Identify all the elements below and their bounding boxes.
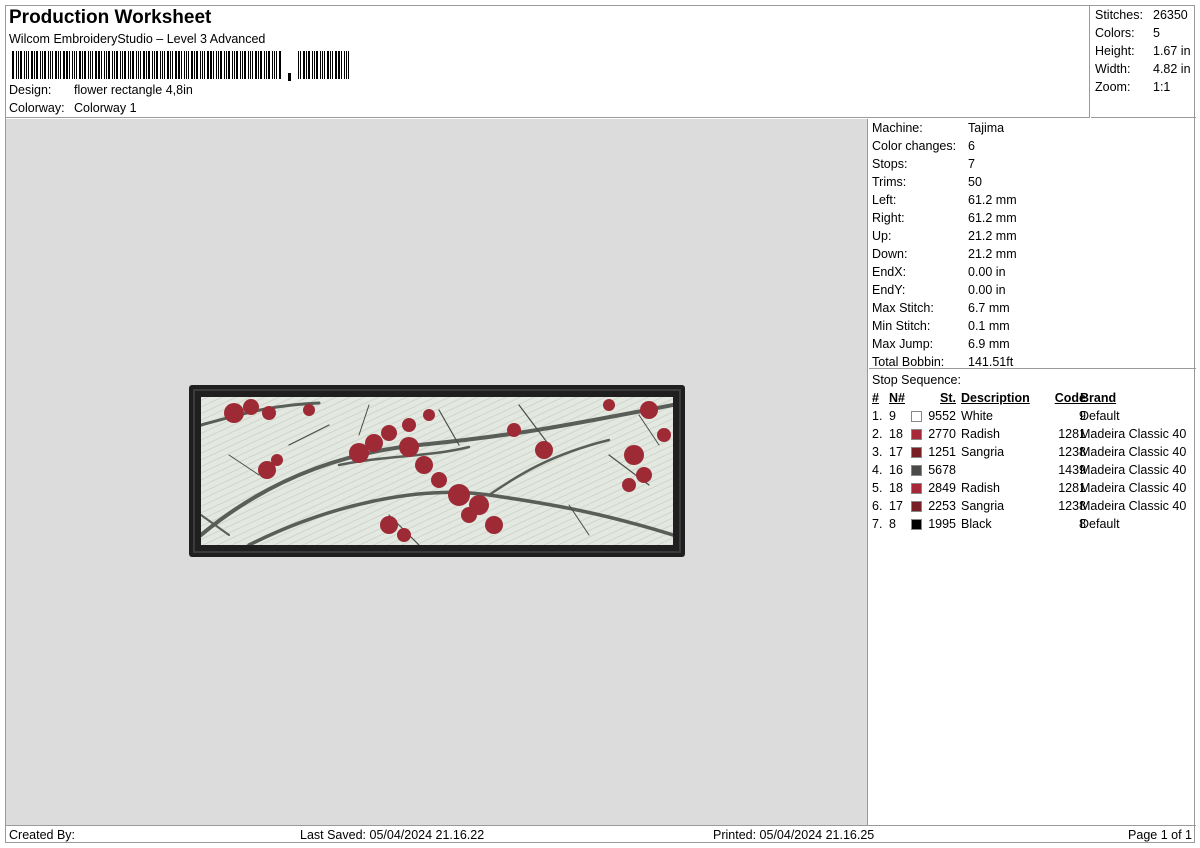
stop-number: 4. xyxy=(872,463,883,477)
embroidery-design-image xyxy=(189,385,685,557)
barcode-image xyxy=(12,51,349,81)
stop-row: 1. 9 9552 White 9 Default xyxy=(869,409,1196,427)
stitch-count: 9552 xyxy=(928,409,956,423)
design-label: Design: xyxy=(9,83,52,97)
stop-number: 2. xyxy=(872,427,883,441)
needle-number: 16 xyxy=(889,463,903,477)
thread-brand: Madeira Classic 40 xyxy=(1080,481,1187,495)
needle-number: 17 xyxy=(889,499,903,513)
color-swatch xyxy=(911,465,922,476)
color-description: Sangria xyxy=(961,445,1005,459)
software-name: Wilcom EmbroideryStudio – Level 3 Advanc… xyxy=(9,32,266,46)
stop-number: 3. xyxy=(872,445,883,459)
design-preview xyxy=(6,119,868,825)
stop-number: 7. xyxy=(872,517,883,531)
color-swatch xyxy=(911,483,922,494)
created-by: Created By: xyxy=(9,828,76,842)
thread-brand: Madeira Classic 40 xyxy=(1080,499,1187,513)
machine-row: EndY: 0.00 in xyxy=(872,283,1006,297)
page-title: Production Worksheet xyxy=(9,7,212,28)
summary-row-height: Height: 1.67 in xyxy=(1095,44,1191,58)
stop-row: 4. 16 5678 1439 Madeira Classic 40 xyxy=(869,463,1196,481)
machine-row: EndX: 0.00 in xyxy=(872,265,1006,279)
col-header-num: # xyxy=(872,391,879,405)
color-swatch xyxy=(911,429,922,440)
machine-row: Color changes: 6 xyxy=(872,139,975,153)
needle-number: 18 xyxy=(889,427,903,441)
stop-sequence-title: Stop Sequence: xyxy=(872,373,961,387)
page-number: Page 1 of 1 xyxy=(1128,828,1192,842)
machine-row: Down: 21.2 mm xyxy=(872,247,1017,261)
stop-row: 3. 17 1251 Sangria 1238 Madeira Classic 40 xyxy=(869,445,1196,463)
color-description: Radish xyxy=(961,427,1000,441)
stop-row: 5. 18 2849 Radish 1281 Madeira Classic 40 xyxy=(869,481,1196,499)
summary-row-zoom: Zoom: 1:1 xyxy=(1095,80,1171,94)
machine-info: Machine: Tajima Color changes: 6 Stops: 7 T… xyxy=(869,119,1196,369)
stop-row: 2. 18 2770 Radish 1281 Madeira Classic 40 xyxy=(869,427,1196,445)
production-worksheet: Production Worksheet Wilcom EmbroiderySt… xyxy=(5,5,1196,843)
col-header-stitches: St. xyxy=(940,391,956,405)
stop-sequence: Stop Sequence: # N# St. Description Code… xyxy=(869,370,1196,825)
colorway-label: Colorway: xyxy=(9,101,65,115)
stop-number: 6. xyxy=(872,499,883,513)
worksheet-header: Production Worksheet Wilcom EmbroiderySt… xyxy=(6,6,1090,118)
stop-number: 1. xyxy=(872,409,883,423)
design-value: flower rectangle 4,8in xyxy=(74,83,193,97)
summary-row-stitches: Stitches: 26350 xyxy=(1095,8,1188,22)
machine-row: Left: 61.2 mm xyxy=(872,193,1017,207)
col-header-description: Description xyxy=(961,391,1030,405)
summary-row-colors: Colors: 5 xyxy=(1095,26,1160,40)
col-header-brand: Brand xyxy=(1080,391,1117,405)
last-saved: Last Saved: 05/04/2024 21.16.22 xyxy=(300,828,485,842)
color-description: Sangria xyxy=(961,499,1005,513)
thread-brand: Madeira Classic 40 xyxy=(1080,427,1187,441)
stitch-count: 2770 xyxy=(928,427,956,441)
color-swatch xyxy=(911,411,922,422)
thread-brand: Madeira Classic 40 xyxy=(1080,463,1187,477)
machine-row: Trims: 50 xyxy=(872,175,982,189)
col-header-needle: N# xyxy=(889,391,905,405)
machine-row: Stops: 7 xyxy=(872,157,975,171)
stitch-count: 1995 xyxy=(928,517,956,531)
stop-sequence-header: # N# St. Description Code Brand xyxy=(869,391,1196,409)
machine-row: Machine: Tajima xyxy=(872,121,1005,135)
machine-row: Max Jump: 6.9 mm xyxy=(872,337,1010,351)
thread-brand: Default xyxy=(1080,517,1120,531)
needle-number: 9 xyxy=(889,409,896,423)
needle-number: 17 xyxy=(889,445,903,459)
machine-row: Max Stitch: 6.7 mm xyxy=(872,301,1010,315)
stop-row: 6. 17 2253 Sangria 1238 Madeira Classic 40 xyxy=(869,499,1196,517)
summary-row-width: Width: 4.82 in xyxy=(1095,62,1191,76)
color-description: Radish xyxy=(961,481,1000,495)
stop-number: 5. xyxy=(872,481,883,495)
colorway-value: Colorway 1 xyxy=(74,101,137,115)
color-description: Black xyxy=(961,517,992,531)
design-summary: Stitches: 26350 Colors: 5 Height: 1.67 in W… xyxy=(1091,6,1196,118)
color-swatch xyxy=(911,501,922,512)
thread-brand: Default xyxy=(1080,409,1120,423)
machine-row: Min Stitch: 0.1 mm xyxy=(872,319,1010,333)
color-description: White xyxy=(961,409,993,423)
needle-number: 8 xyxy=(889,517,896,531)
stop-row: 7. 8 1995 Black 8 Default xyxy=(869,517,1196,535)
needle-number: 18 xyxy=(889,481,903,495)
machine-row: Up: 21.2 mm xyxy=(872,229,1017,243)
machine-row: Right: 61.2 mm xyxy=(872,211,1017,225)
worksheet-footer: Created By: Last Saved: 05/04/2024 21.16… xyxy=(6,825,1196,843)
stitch-count: 2849 xyxy=(928,481,956,495)
color-swatch xyxy=(911,447,922,458)
stitch-count: 2253 xyxy=(928,499,956,513)
stitch-count: 1251 xyxy=(928,445,956,459)
color-swatch xyxy=(911,519,922,530)
printed-date: Printed: 05/04/2024 21.16.25 xyxy=(713,828,875,842)
thread-brand: Madeira Classic 40 xyxy=(1080,445,1187,459)
stitch-count: 5678 xyxy=(928,463,956,477)
